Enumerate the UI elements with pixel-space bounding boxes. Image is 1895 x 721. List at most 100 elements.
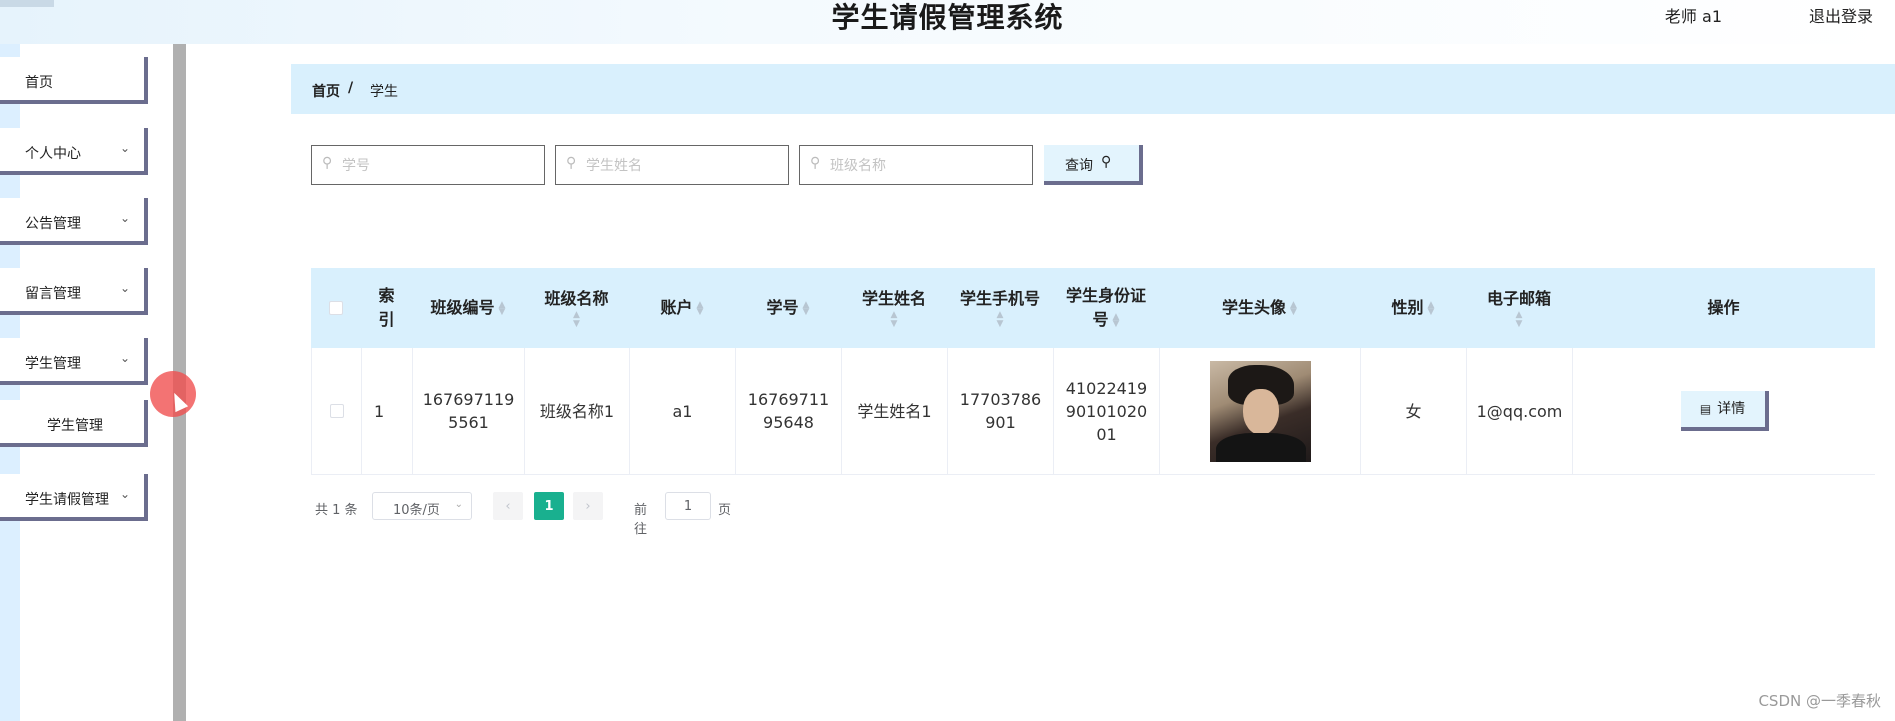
breadcrumb-separator: / — [348, 80, 354, 96]
sidebar-item-student-management[interactable]: 学生管理 ⌄ — [0, 338, 148, 385]
header-phone-label: 学生手机号 — [959, 289, 1040, 308]
class-name-search-field: ⚲ — [799, 145, 1033, 185]
header-class-name[interactable]: 班级名称 ▲ ▼ — [524, 268, 629, 348]
page-number-button[interactable]: 1 — [534, 492, 564, 520]
row-checkbox[interactable] — [329, 404, 344, 418]
sidebar-subitem-student-management[interactable]: 学生管理 — [0, 400, 148, 447]
header-account[interactable]: 账户 ▲ ▼ — [629, 268, 735, 348]
cell-student-no-line2: 95648 — [763, 413, 814, 432]
chevron-down-icon: ⌄ — [119, 141, 130, 155]
document-icon: ▤ — [1699, 401, 1712, 416]
table-header: 索 引 班级编号 ▲ ▼ 班级名称 ▲ ▼ 账户 ▲ ▼ 学号 ▲ ▼ 学生姓名 ▲ ▼ 学生手… — [311, 268, 1875, 348]
detail-button[interactable]: ▤ 详情 — [1680, 391, 1769, 431]
header-email-label: 电子邮箱 — [1486, 289, 1551, 308]
class-name-input[interactable] — [828, 154, 1027, 178]
cell-class-no-line1: 167697119 — [422, 390, 515, 409]
sidebar-item-label: 公告管理 — [25, 216, 81, 232]
page-size-select[interactable]: 10条/页 ⌄ — [372, 492, 472, 520]
cell-phone-line1: 17703786 — [959, 390, 1042, 409]
sidebar-item-personal-center[interactable]: 个人中心 ⌄ — [0, 128, 148, 175]
avatar-face — [1242, 388, 1279, 435]
cell-email: 1@qq.com — [1467, 348, 1573, 474]
header-avatar-label: 学生头像 — [1222, 298, 1287, 317]
header-index: 索 引 — [361, 268, 412, 348]
goto-page-input[interactable] — [665, 492, 711, 520]
header-student-no[interactable]: 学号 ▲ ▼ — [735, 268, 841, 348]
sort-icon[interactable]: ▲ ▼ — [573, 311, 580, 329]
cell-student-no: 16769711 95648 — [736, 348, 842, 474]
cell-id-card-line3: 01 — [1096, 424, 1117, 444]
cell-index: 1 — [362, 348, 413, 474]
sort-icon[interactable]: ▲ ▼ — [1290, 300, 1297, 316]
header-class-no[interactable]: 班级编号 ▲ ▼ — [412, 268, 524, 348]
header-class-no-label: 班级编号 — [430, 298, 495, 317]
sort-icon[interactable]: ▲ ▼ — [1113, 312, 1120, 328]
header-select-all — [311, 268, 361, 348]
search-icon: ⚲ — [322, 155, 333, 171]
sidebar-item-announcements[interactable]: 公告管理 ⌄ — [0, 198, 148, 245]
detail-button-label: 详情 — [1717, 400, 1746, 417]
top-header: 学生请假管理系统 老师 a1 退出登录 — [0, 0, 1895, 44]
student-avatar-image[interactable] — [1209, 360, 1311, 462]
header-gender-label: 性别 — [1391, 298, 1424, 317]
query-button[interactable]: 查询 ⚲ — [1044, 145, 1143, 185]
prev-page-button[interactable]: ‹ — [493, 492, 523, 520]
student-name-search-field: ⚲ — [555, 145, 789, 185]
header-student-name[interactable]: 学生姓名 ▲ ▼ — [841, 268, 947, 348]
sidebar-item-messages[interactable]: 留言管理 ⌄ — [0, 268, 148, 315]
header-student-no-label: 学号 — [766, 298, 799, 317]
sort-icon[interactable]: ▲ ▼ — [1428, 300, 1435, 316]
cell-avatar — [1160, 348, 1361, 474]
cell-id-card-line1: 41022419 — [1065, 378, 1148, 398]
page-unit-label: 页 — [718, 503, 732, 518]
watermark: CSDN @一季春秋 — [1758, 692, 1881, 710]
cell-id-card: 41022419 90101020 01 — [1054, 348, 1160, 474]
header-id-card[interactable]: 学生身份证 号 ▲ ▼ — [1053, 268, 1159, 348]
row-select-cell — [312, 348, 362, 474]
cell-class-no-line2: 5561 — [448, 413, 489, 432]
chevron-down-icon: ⌄ — [119, 211, 130, 225]
cell-account: a1 — [630, 348, 736, 474]
app-title: 学生请假管理系统 — [831, 1, 1064, 34]
cell-id-card-line2: 90101020 — [1065, 401, 1148, 421]
main-content: 首页 / 学生 ⚲ ⚲ ⚲ 查询 ⚲ 索 引 班级编号▲▼ — [186, 44, 1895, 721]
sidebar-item-leave-management[interactable]: 学生请假管理 ⌄ — [0, 474, 148, 521]
sort-icon[interactable]: ▲ ▼ — [697, 300, 704, 316]
chevron-right-icon: › — [585, 498, 591, 514]
header-avatar[interactable]: 学生头像 ▲ ▼ — [1159, 268, 1360, 348]
breadcrumb-home[interactable]: 首页 — [312, 81, 340, 101]
chevron-down-icon: ⌄ — [119, 281, 130, 295]
sidebar-item-label: 个人中心 — [25, 146, 81, 162]
cell-student-name: 学生姓名1 — [842, 348, 948, 474]
sort-icon[interactable]: ▲ ▼ — [1516, 311, 1523, 329]
chevron-left-icon: ‹ — [505, 498, 511, 514]
query-button-label: 查询 — [1065, 158, 1093, 174]
sidebar-item-label: 首页 — [25, 75, 53, 91]
goto-label: 前往 — [634, 503, 648, 537]
chevron-down-icon: ⌄ — [119, 351, 130, 365]
sort-icon[interactable]: ▲ ▼ — [891, 311, 898, 329]
chevron-down-icon: ⌄ — [119, 487, 130, 501]
sidebar-menu: 首页 个人中心 ⌄ 公告管理 ⌄ 留言管理 ⌄ 学生管理 ⌄ 学生管理 学生请假… — [0, 44, 175, 721]
sort-icon[interactable]: ▲ ▼ — [803, 300, 810, 316]
cell-gender: 女 — [1361, 348, 1467, 474]
cell-actions: ▤ 详情 — [1573, 348, 1876, 474]
student-no-input[interactable] — [340, 154, 539, 178]
sidebar-item-label: 留言管理 — [25, 286, 81, 302]
header-id-card-line1: 学生身份证 — [1065, 286, 1146, 305]
next-page-button[interactable]: › — [573, 492, 603, 520]
select-all-checkbox[interactable] — [329, 301, 343, 315]
header-student-name-label: 学生姓名 — [861, 289, 926, 308]
sidebar-item-home[interactable]: 首页 — [0, 57, 148, 104]
student-name-input[interactable] — [584, 154, 783, 178]
header-phone[interactable]: 学生手机号 ▲ ▼ — [947, 268, 1053, 348]
header-email[interactable]: 电子邮箱 ▲ ▼ — [1466, 268, 1572, 348]
header-account-label: 账户 — [660, 298, 693, 317]
sort-icon[interactable]: ▲ ▼ — [499, 300, 506, 316]
sort-icon[interactable]: ▲ ▼ — [997, 311, 1004, 329]
cell-student-no-line1: 16769711 — [747, 390, 830, 409]
logout-link[interactable]: 退出登录 — [1809, 3, 1873, 27]
header-gender[interactable]: 性别 ▲ ▼ — [1360, 268, 1466, 348]
search-icon: ⚲ — [566, 155, 577, 171]
chevron-down-icon: ⌄ — [454, 499, 463, 510]
